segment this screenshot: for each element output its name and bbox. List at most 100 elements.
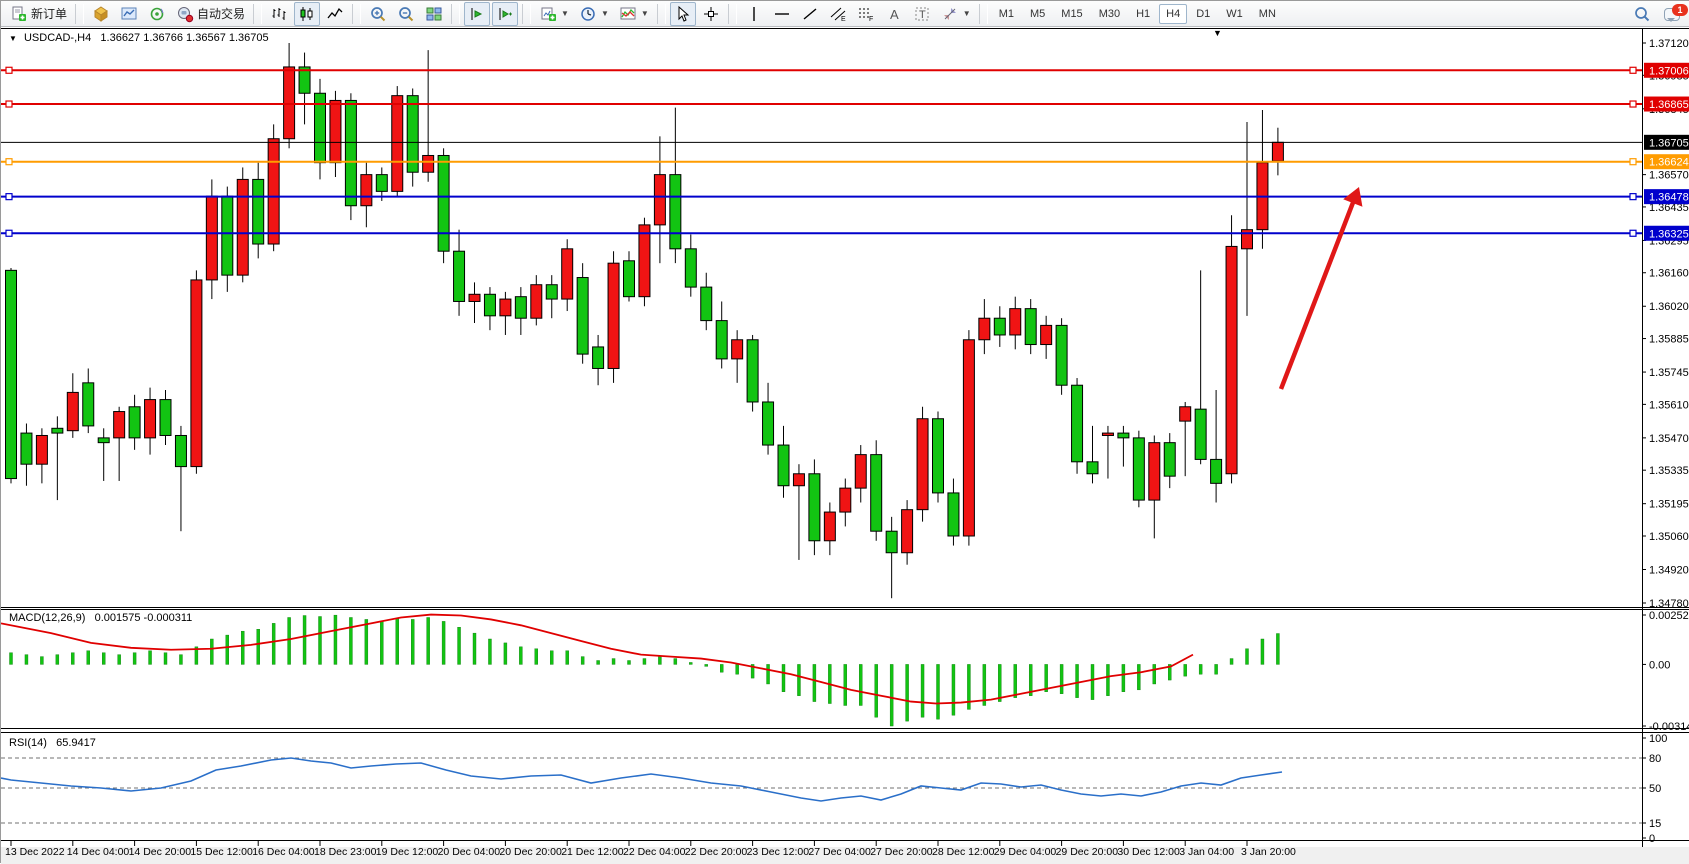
horizontal-line-button[interactable] — [769, 2, 795, 26]
hline-handle[interactable] — [6, 101, 12, 107]
indicators-button-dropdown-arrow[interactable]: ▼ — [641, 9, 649, 18]
cursor-button[interactable] — [670, 2, 696, 26]
toolbar-separator — [522, 4, 531, 24]
signals-button[interactable] — [144, 2, 170, 26]
vertical-line-button[interactable] — [741, 2, 767, 26]
new-chart-button[interactable]: ▼ — [535, 2, 573, 26]
macd-tick-label: 0.002527 — [1649, 610, 1689, 622]
candle-body — [191, 280, 202, 467]
hline-handle[interactable] — [6, 230, 12, 236]
date-tick-label: 18 Dec 23:00 — [314, 846, 377, 858]
timeframe-m15-button[interactable]: M15 — [1054, 4, 1089, 24]
crosshair-button[interactable] — [698, 2, 724, 26]
candle-body — [1025, 309, 1036, 345]
arrows-button[interactable]: ▼ — [937, 2, 975, 26]
equidistant-channel-button[interactable]: E — [825, 2, 851, 26]
data-window-button[interactable] — [116, 2, 142, 26]
hline-handle[interactable] — [6, 194, 12, 200]
macd-bar — [1045, 664, 1048, 691]
text-button[interactable]: A — [881, 2, 907, 26]
hline-handle[interactable] — [1630, 159, 1636, 165]
candle-body — [206, 196, 217, 280]
trendline-button[interactable] — [797, 2, 823, 26]
macd-bar — [458, 627, 461, 664]
price-tick-label: 1.35470 — [1649, 433, 1689, 445]
market-watch-button[interactable] — [88, 2, 114, 26]
candle-body — [716, 321, 727, 359]
chart-symbol-header[interactable]: ▼ USDCAD-,H4 1.36627 1.36766 1.36567 1.3… — [9, 32, 269, 44]
timeframe-d1-button[interactable]: D1 — [1189, 4, 1217, 24]
macd-bar — [1199, 664, 1202, 674]
candle-body — [1211, 459, 1222, 483]
date-tick-label: 29 Dec 20:00 — [1056, 846, 1119, 858]
macd-bar — [550, 651, 553, 665]
periods-button[interactable]: ▼ — [575, 2, 613, 26]
price-tick-label: 1.35195 — [1649, 499, 1689, 511]
candle-body — [1164, 443, 1175, 477]
toolbar-separator — [451, 4, 460, 24]
notifications-icon[interactable]: 1 — [1664, 5, 1684, 23]
candle-body — [963, 340, 974, 536]
autotrading-button[interactable]: 自动交易 — [172, 2, 249, 26]
price-tick-label: 1.35745 — [1649, 367, 1689, 379]
date-tick-label: 28 Dec 12:00 — [932, 846, 995, 858]
price-tag-label: 1.36865 — [1649, 99, 1689, 111]
timeframe-w1-button[interactable]: W1 — [1219, 4, 1250, 24]
symbol-dropdown-icon[interactable]: ▼ — [9, 34, 17, 43]
tile-windows-icon — [425, 5, 443, 23]
date-tick-label: 14 Dec 04:00 — [67, 846, 130, 858]
fibonacci-button[interactable]: F — [853, 2, 879, 26]
chat-bubble-tail — [1667, 18, 1675, 22]
candle-body — [83, 383, 94, 426]
periods-icon — [579, 5, 597, 23]
date-tick-label: 13 Dec 2022 — [5, 846, 65, 858]
arrows-button-dropdown-arrow[interactable]: ▼ — [963, 9, 971, 18]
candle-body — [639, 225, 650, 297]
candle-body — [824, 512, 835, 541]
macd-bar — [40, 657, 43, 665]
timeframe-m30-button[interactable]: M30 — [1092, 4, 1127, 24]
price-axis[interactable]: 1.371201.369851.368451.365701.364351.362… — [1642, 38, 1689, 845]
auto-scroll-button[interactable] — [464, 2, 490, 26]
candle-body — [1133, 438, 1144, 500]
hline-handle[interactable] — [1630, 67, 1636, 73]
date-tick-label: 20 Dec 04:00 — [438, 846, 501, 858]
line-chart-button[interactable] — [322, 2, 348, 26]
price-tick-label: 1.34780 — [1649, 598, 1689, 610]
timeframe-h1-button[interactable]: H1 — [1129, 4, 1157, 24]
macd-bar — [504, 643, 507, 665]
hline-handle[interactable] — [1630, 230, 1636, 236]
text-label-button[interactable]: T — [909, 2, 935, 26]
timeframe-m5-button[interactable]: M5 — [1023, 4, 1052, 24]
candle-body — [98, 438, 109, 443]
new-order-button[interactable]: 新订单 — [6, 2, 71, 26]
chart-shift-button[interactable] — [492, 2, 518, 26]
search-icon[interactable] — [1629, 2, 1655, 26]
zoom-out-button[interactable] — [393, 2, 419, 26]
zoom-in-button[interactable] — [365, 2, 391, 26]
candle-body — [624, 261, 635, 297]
scroll-to-end-marker-icon[interactable]: ▼ — [1213, 28, 1222, 38]
tile-windows-button[interactable] — [421, 2, 447, 26]
svg-text:E: E — [841, 16, 846, 23]
price-tick-label: 1.36570 — [1649, 170, 1689, 182]
macd-bar — [890, 664, 893, 726]
indicators-button[interactable]: ▼ — [615, 2, 653, 26]
macd-bar — [952, 664, 955, 715]
crosshair-icon — [702, 5, 720, 23]
timeframe-mn-button[interactable]: MN — [1252, 4, 1283, 24]
date-tick-label: 20 Dec 20:00 — [499, 846, 562, 858]
bar-chart-button[interactable] — [266, 2, 292, 26]
hline-handle[interactable] — [6, 67, 12, 73]
date-tick-label: 14 Dec 20:00 — [129, 846, 192, 858]
macd-bar — [133, 653, 136, 665]
candle-chart-button[interactable] — [294, 2, 320, 26]
hline-handle[interactable] — [1630, 101, 1636, 107]
new-chart-button-dropdown-arrow[interactable]: ▼ — [561, 9, 569, 18]
hline-handle[interactable] — [6, 159, 12, 165]
periods-button-dropdown-arrow[interactable]: ▼ — [601, 9, 609, 18]
hline-handle[interactable] — [1630, 194, 1636, 200]
timeframe-m1-button[interactable]: M1 — [992, 4, 1021, 24]
price-tick-label: 1.35335 — [1649, 465, 1689, 477]
timeframe-h4-button[interactable]: H4 — [1159, 4, 1187, 24]
